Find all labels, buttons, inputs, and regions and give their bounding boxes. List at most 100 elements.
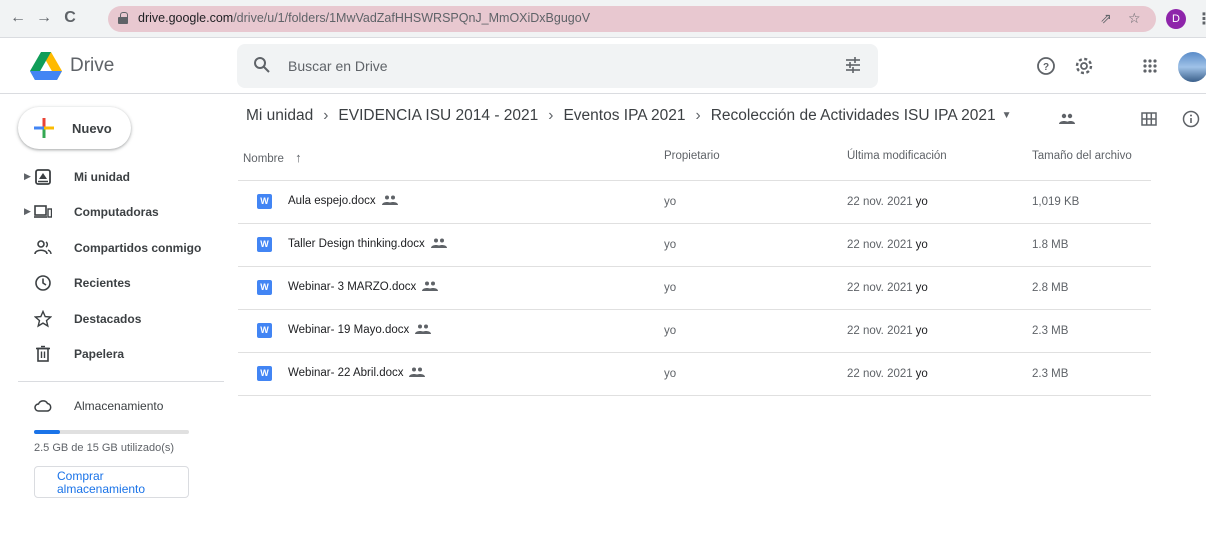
table-row[interactable]: W Taller Design thinking.docx yo 22 nov.…	[238, 224, 1151, 266]
help-icon[interactable]: ?	[1036, 56, 1056, 76]
sidebar-divider	[18, 381, 224, 382]
breadcrumb-chevron-icon: ›	[695, 107, 701, 124]
sidebar-item-label: Compartidos conmigo	[74, 241, 202, 255]
clock-icon	[35, 275, 51, 291]
expand-caret-icon[interactable]: ▶	[24, 206, 31, 217]
drive-icon	[35, 169, 51, 185]
column-header-owner[interactable]: Propietario	[664, 150, 720, 180]
trash-icon	[36, 345, 50, 362]
sidebar-item-papelera[interactable]: Papelera	[0, 338, 224, 370]
file-owner: yo	[664, 239, 677, 251]
shared-folder-people-icon[interactable]	[1058, 110, 1076, 128]
word-doc-icon: W	[257, 237, 272, 252]
modified-date: 22 nov. 2021	[847, 325, 913, 337]
shared-people-icon	[415, 324, 432, 334]
table-row[interactable]: W Aula espejo.docx yo 22 nov. 2021 yo 1,0…	[238, 181, 1151, 223]
modified-by: yo	[915, 239, 928, 251]
browser-menu-icon[interactable]: ⋮	[1196, 9, 1206, 29]
file-name: Webinar- 3 MARZO.docx	[288, 281, 417, 293]
new-button[interactable]: Nuevo	[18, 107, 131, 149]
shared-people-icon	[381, 195, 398, 205]
word-doc-icon: W	[257, 280, 272, 295]
shared-people-icon	[430, 238, 447, 248]
search-icon[interactable]	[253, 56, 271, 74]
breadcrumb-item[interactable]: Eventos IPA 2021	[563, 107, 685, 124]
url-domain: drive.google.com	[138, 11, 234, 25]
modified-by: yo	[915, 196, 928, 208]
file-modified: 22 nov. 2021 yo	[847, 282, 928, 294]
expand-caret-icon[interactable]: ▶	[24, 171, 31, 182]
breadcrumb-chevron-icon: ›	[548, 107, 554, 124]
sort-arrow-up-icon[interactable]: ↑	[295, 150, 302, 165]
sidebar-item-label: Computadoras	[74, 205, 159, 219]
url-text: drive.google.com/drive/u/1/folders/1MwVa…	[138, 11, 590, 25]
sidebar-item-recientes[interactable]: Recientes	[0, 267, 224, 299]
url-path: /drive/u/1/folders/1MwVadZafHHSWRSPQnJ_M…	[233, 11, 591, 25]
sidebar-item-computadoras[interactable]: ▶ Computadoras	[0, 196, 224, 228]
address-bar[interactable]: drive.google.com/drive/u/1/folders/1MwVa…	[108, 6, 1156, 32]
file-modified: 22 nov. 2021 yo	[847, 196, 928, 208]
sidebar-item-mi-unidad[interactable]: ▶ Mi unidad	[0, 161, 224, 193]
modified-by: yo	[915, 368, 928, 380]
word-doc-icon: W	[257, 366, 272, 381]
word-doc-icon: W	[257, 323, 272, 338]
table-row[interactable]: W Webinar- 19 Mayo.docx yo 22 nov. 2021 y…	[238, 310, 1151, 352]
table-row[interactable]: W Webinar- 3 MARZO.docx yo 22 nov. 2021 y…	[238, 267, 1151, 309]
grid-view-icon[interactable]	[1140, 110, 1158, 128]
file-modified: 22 nov. 2021 yo	[847, 368, 928, 380]
breadcrumb: Mi unidad › EVIDENCIA ISU 2014 - 2021 › Even…	[246, 107, 1012, 127]
folder-dropdown-icon[interactable]: ▼	[1002, 110, 1012, 121]
breadcrumb-chevron-icon: ›	[323, 107, 329, 124]
modified-date: 22 nov. 2021	[847, 239, 913, 251]
file-owner: yo	[664, 368, 677, 380]
sidebar-item-almacenamiento[interactable]: Almacenamiento	[0, 390, 224, 422]
people-icon	[34, 240, 52, 255]
account-avatar[interactable]	[1178, 52, 1206, 82]
breadcrumb-item[interactable]: Mi unidad	[246, 107, 313, 124]
sidebar-item-compartidos[interactable]: Compartidos conmigo	[0, 232, 224, 264]
modified-date: 22 nov. 2021	[847, 282, 913, 294]
breadcrumb-item[interactable]: EVIDENCIA ISU 2014 - 2021	[338, 107, 538, 124]
modified-by: yo	[915, 325, 928, 337]
share-icon[interactable]: ⇗	[1100, 10, 1112, 27]
star-icon	[34, 310, 52, 328]
browser-profile-avatar[interactable]: D	[1166, 9, 1186, 29]
svg-text:?: ?	[1043, 62, 1049, 73]
file-owner: yo	[664, 325, 677, 337]
sidebar-item-label: Almacenamiento	[74, 399, 164, 413]
file-size: 2.8 MB	[1032, 282, 1069, 294]
modified-date: 22 nov. 2021	[847, 196, 913, 208]
storage-progress-bar	[34, 430, 189, 434]
drive-brand-label[interactable]: Drive	[70, 55, 114, 77]
forward-arrow-icon[interactable]: →	[34, 9, 54, 27]
back-arrow-icon[interactable]: ←	[8, 9, 28, 27]
search-input[interactable]: Buscar en Drive	[237, 44, 878, 88]
buy-storage-button[interactable]: Comprar almacenamiento	[34, 466, 189, 498]
table-row[interactable]: W Webinar- 22 Abril.docx yo 22 nov. 2021…	[238, 353, 1151, 395]
sidebar-item-destacados[interactable]: Destacados	[0, 303, 224, 335]
storage-usage-text: 2.5 GB de 15 GB utilizado(s)	[34, 442, 175, 454]
drive-logo-icon[interactable]	[30, 52, 62, 80]
new-button-label: Nuevo	[72, 121, 112, 136]
lock-icon	[118, 12, 128, 24]
file-size: 1,019 KB	[1032, 196, 1080, 208]
info-icon[interactable]	[1182, 110, 1200, 128]
plus-icon	[34, 118, 54, 138]
file-name: Taller Design thinking.docx	[288, 238, 425, 250]
settings-gear-icon[interactable]	[1074, 56, 1094, 76]
sidebar-item-label: Papelera	[74, 347, 125, 361]
storage-progress-fill	[34, 430, 61, 434]
column-header-modified[interactable]: Última modificación	[847, 150, 947, 180]
file-modified: 22 nov. 2021 yo	[847, 239, 928, 251]
computer-icon	[34, 205, 52, 218]
file-name: Webinar- 19 Mayo.docx	[288, 324, 410, 336]
column-header-name[interactable]: Nombre ↑	[243, 150, 302, 180]
file-size: 2.3 MB	[1032, 325, 1069, 337]
sidebar-item-label: Recientes	[74, 276, 131, 290]
search-options-icon[interactable]	[844, 56, 862, 74]
breadcrumb-current-folder[interactable]: Recolección de Actividades ISU IPA 2021	[711, 107, 996, 124]
column-header-size[interactable]: Tamaño del archivo	[1032, 150, 1132, 180]
bookmark-star-icon[interactable]: ☆	[1128, 10, 1141, 27]
apps-grid-icon[interactable]	[1140, 56, 1160, 76]
reload-icon[interactable]: C	[60, 9, 80, 27]
